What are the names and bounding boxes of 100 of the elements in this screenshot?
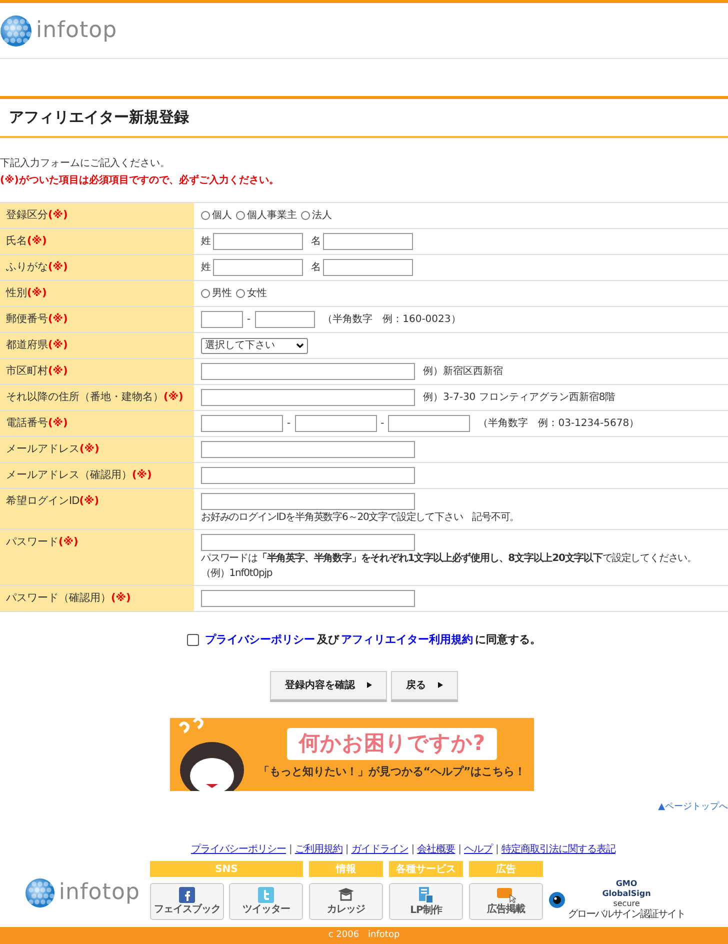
dash-text: -	[247, 313, 251, 327]
radio-option[interactable]: 法人	[301, 208, 332, 223]
page-top-link[interactable]: ▲ページトップへ	[658, 800, 728, 814]
required-mark: (※)	[164, 390, 184, 405]
input-field[interactable]	[201, 441, 415, 458]
service-tile[interactable]: ツイッター	[229, 883, 303, 920]
input-field[interactable]	[254, 311, 315, 328]
banner-headline: 何かお困りですか?	[286, 728, 498, 760]
radio-option[interactable]: 女性	[236, 286, 267, 301]
input-field[interactable]	[201, 534, 415, 551]
input-field[interactable]	[323, 233, 413, 250]
graduation-cap-icon	[337, 887, 355, 903]
radio-button[interactable]	[236, 211, 245, 220]
play-triangle-icon	[438, 682, 443, 688]
footer-link[interactable]: 特定商取引法に関する表記	[501, 842, 616, 857]
input-field[interactable]	[201, 363, 415, 380]
radio-option[interactable]: 個人	[201, 208, 232, 223]
form-button[interactable]: 登録内容を確認	[270, 670, 387, 700]
example-note: 例）新宿区西新宿	[423, 364, 503, 379]
radio-option[interactable]: 個人事業主	[236, 208, 297, 223]
required-mark: (※)	[79, 494, 99, 509]
agreement-text: プライバシーポリシー 及び アフィリエイター利用規約 に同意する。	[204, 632, 541, 648]
ad-tag-icon	[496, 887, 516, 903]
calculator-document-icon	[418, 886, 434, 904]
input-field[interactable]	[213, 259, 303, 276]
dash-text: -	[380, 417, 384, 431]
prefecture-dropdown[interactable]: 選択して下さい	[201, 338, 308, 354]
banner-tagline: 「もっと知りたい！」が見つかる“ヘルプ”はこちら！	[258, 764, 526, 780]
radio-option[interactable]: 男性	[201, 286, 232, 301]
field-label: 姓	[201, 261, 211, 275]
radio-button[interactable]	[201, 289, 210, 298]
seal-name-text: GlobalSign	[602, 889, 651, 899]
input-field[interactable]	[201, 415, 283, 432]
radio-button[interactable]	[201, 211, 210, 220]
required-mark: (※)	[48, 416, 68, 431]
field-label: それ以降の住所（番地・建物名）	[6, 390, 164, 405]
category-header: 広告	[469, 861, 543, 877]
help-text: パスワードは「半角英字、半角数字」をそれぞれ1文字以上必ず使用し、8文字以上20文字以下で設定してください。	[201, 552, 698, 566]
seal-word-text: secure	[613, 899, 640, 908]
required-mark: (※)	[48, 338, 68, 353]
input-field[interactable]	[213, 233, 303, 250]
form-button[interactable]: 戻る	[391, 670, 458, 700]
footer-link[interactable]: ガイドライン	[351, 842, 408, 857]
radio-button[interactable]	[236, 289, 245, 298]
service-tile[interactable]: カレッジ	[309, 883, 383, 920]
field-label: パスワード（確認用）	[6, 591, 111, 606]
input-field[interactable]	[201, 493, 415, 510]
field-label: パスワード	[6, 535, 58, 550]
agree-checkbox[interactable]	[187, 634, 199, 646]
link-separator: |	[458, 843, 461, 857]
required-mark: (※)	[48, 208, 68, 223]
service-tile[interactable]: フェイスブック	[150, 883, 224, 920]
required-mark: (※)	[48, 260, 68, 275]
help-banner[interactable]: 何かお困りですか? 「もっと知りたい！」が見つかる“ヘルプ”はこちら！	[170, 718, 534, 790]
required-mark: (※)	[80, 442, 100, 457]
intro-text: 下記入力フォームにご記入ください。	[0, 156, 171, 171]
field-label: 名	[311, 235, 321, 249]
play-triangle-icon	[367, 682, 372, 688]
facebook-icon	[179, 887, 195, 903]
field-label: 電話番号	[6, 416, 48, 431]
example-note: 例）3-7-30 フロンティアグラン西新宿8階	[423, 390, 616, 405]
seal-caption: グローバルサイン認証サイト	[568, 909, 685, 920]
example-note: （半角数字 例：160-0023）	[322, 312, 461, 327]
field-label: 性別	[6, 286, 27, 301]
field-label: 郵便番号	[6, 312, 48, 327]
required-mark: (※)	[111, 591, 131, 606]
field-label: 姓	[201, 235, 211, 249]
input-field[interactable]	[323, 259, 413, 276]
required-mark: (※)	[58, 535, 78, 550]
terms-link[interactable]: プライバシーポリシー	[205, 633, 315, 646]
link-separator: |	[289, 843, 292, 857]
footer-link[interactable]: ヘルプ	[464, 842, 492, 857]
field-label: 都道府県	[6, 338, 48, 353]
required-mark: (※)	[27, 286, 47, 301]
field-label: 氏名	[6, 234, 27, 249]
input-field[interactable]	[201, 590, 415, 607]
terms-link[interactable]: アフィリエイター利用規約	[341, 633, 473, 646]
field-label: ふりがな	[6, 260, 48, 275]
field-label: メールアドレス	[6, 442, 80, 457]
help-text: （例）1nf0t0pjp	[201, 567, 274, 581]
dash-text: -	[287, 417, 291, 431]
field-label: 登録区分	[6, 208, 48, 223]
eye-icon	[549, 892, 565, 908]
service-tile[interactable]: 広告掲載	[469, 883, 543, 920]
input-field[interactable]	[294, 415, 377, 432]
input-field[interactable]	[201, 389, 415, 406]
field-label: 名	[311, 261, 321, 275]
input-field[interactable]	[201, 311, 243, 328]
field-label: 希望ログインID	[6, 494, 80, 509]
required-mark: (※)	[132, 468, 152, 483]
input-field[interactable]	[201, 467, 415, 484]
globe-logo-icon	[24, 878, 55, 908]
footer-link[interactable]: プライバシーポリシー	[191, 842, 286, 857]
footer-link[interactable]: 会社概要	[417, 842, 456, 857]
link-separator: |	[496, 843, 498, 857]
input-field[interactable]	[388, 415, 470, 432]
example-note: （半角数字 例：03-1234-5678）	[478, 416, 640, 431]
footer-link[interactable]: ご利用規約	[294, 842, 342, 857]
service-tile[interactable]: LP制作	[389, 883, 463, 920]
radio-button[interactable]	[301, 211, 310, 220]
